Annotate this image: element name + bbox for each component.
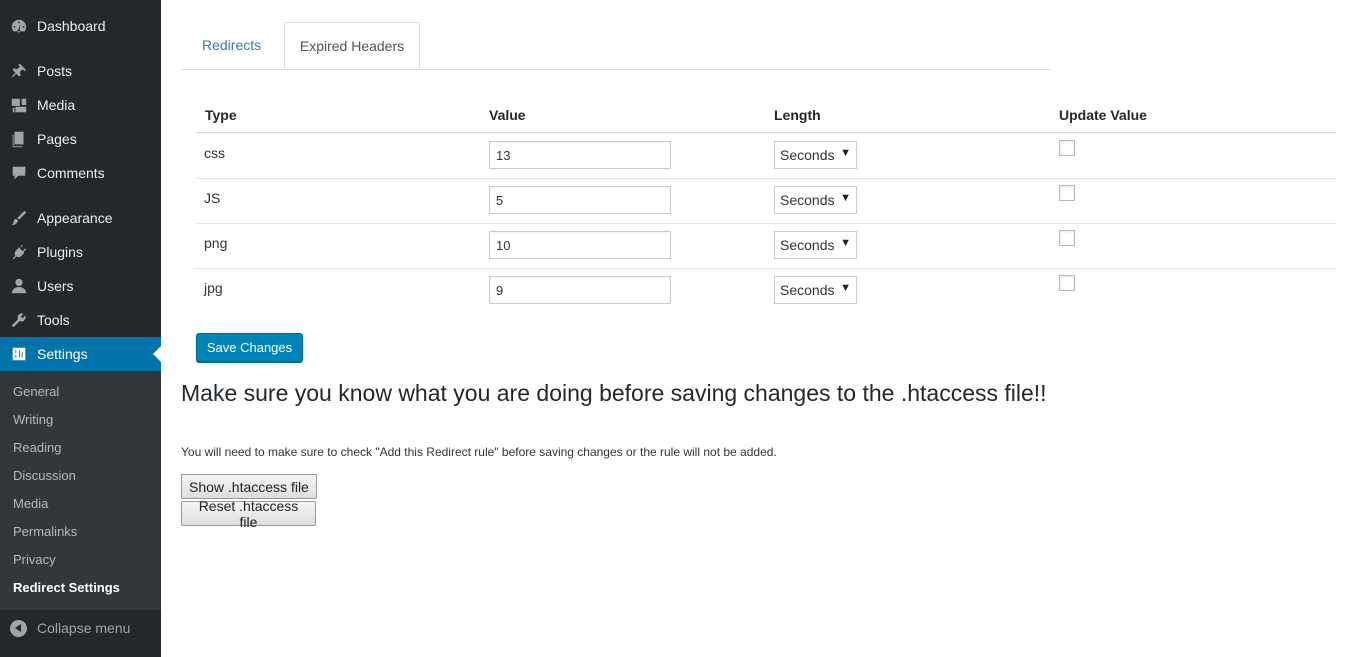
sidebar-item-media[interactable]: Media (0, 88, 161, 122)
dropdown-arrow-icon: ▼ (840, 282, 851, 294)
type-cell: jpg (204, 280, 223, 296)
update-value-checkbox[interactable] (1059, 275, 1075, 291)
length-select[interactable]: Seconds ▼ (774, 186, 857, 214)
column-header-length: Length (774, 107, 821, 123)
length-select-value: Seconds (780, 147, 835, 163)
pages-icon (9, 129, 29, 149)
submenu-item-writing[interactable]: Writing (13, 412, 53, 427)
submenu-item-redirect-settings[interactable]: Redirect Settings (13, 580, 120, 595)
update-value-checkbox[interactable] (1059, 230, 1075, 246)
sidebar-item-label: Dashboard (37, 18, 106, 34)
sidebar-item-label: Posts (37, 63, 73, 79)
dropdown-arrow-icon: ▼ (840, 192, 851, 204)
table-row: JS Seconds ▼ (196, 178, 1336, 224)
comment-icon (9, 163, 29, 183)
value-input[interactable] (489, 141, 671, 169)
length-select-value: Seconds (780, 192, 835, 208)
collapse-menu-button[interactable]: Collapse menu (0, 612, 161, 644)
update-value-checkbox[interactable] (1059, 185, 1075, 201)
tab-expired-headers[interactable]: Expired Headers (284, 22, 420, 69)
sidebar-item-label: Appearance (37, 210, 113, 226)
save-changes-button[interactable]: Save Changes (196, 333, 303, 362)
user-icon (9, 276, 29, 296)
column-header-update-value: Update Value (1059, 107, 1147, 123)
sidebar-item-tools[interactable]: Tools (0, 303, 161, 337)
reset-htaccess-button[interactable]: Reset .htaccess file (181, 498, 316, 530)
htaccess-warning-heading: Make sure you know what you are doing be… (181, 380, 1047, 406)
submenu-item-permalinks[interactable]: Permalinks (13, 524, 77, 539)
column-header-type: Type (205, 107, 237, 123)
dropdown-arrow-icon: ▼ (840, 237, 851, 249)
sidebar-item-settings[interactable]: Settings (0, 337, 161, 371)
type-cell: css (204, 145, 225, 161)
sidebar-item-label: Users (37, 278, 74, 294)
collapse-arrow-icon (10, 619, 27, 637)
sidebar-item-posts[interactable]: Posts (0, 54, 161, 88)
settings-submenu: General Writing Reading Discussion Media… (0, 371, 161, 610)
sidebar-item-label: Settings (37, 346, 88, 362)
redirect-rule-note: You will need to make sure to check "Add… (181, 445, 777, 459)
sidebar-item-plugins[interactable]: Plugins (0, 235, 161, 269)
type-cell: JS (204, 190, 221, 206)
tab-redirects[interactable]: Redirects (202, 22, 261, 68)
value-input[interactable] (489, 231, 671, 259)
sidebar-item-label: Media (37, 97, 76, 113)
table-row: png Seconds ▼ (196, 223, 1336, 269)
sidebar-item-users[interactable]: Users (0, 269, 161, 303)
sidebar-item-label: Pages (37, 131, 77, 147)
admin-sidebar: Dashboard Posts Media Pages Comments App… (0, 0, 161, 657)
value-input[interactable] (489, 186, 671, 214)
sidebar-item-pages[interactable]: Pages (0, 122, 161, 156)
submenu-item-discussion[interactable]: Discussion (13, 468, 76, 483)
column-header-value: Value (489, 107, 526, 123)
submenu-item-general[interactable]: General (13, 384, 59, 399)
length-select-value: Seconds (780, 237, 835, 253)
submenu-item-media[interactable]: Media (13, 496, 48, 511)
sidebar-item-appearance[interactable]: Appearance (0, 201, 161, 235)
table-row: jpg Seconds ▼ (196, 268, 1336, 313)
length-select-value: Seconds (780, 282, 835, 298)
length-select[interactable]: Seconds ▼ (774, 276, 857, 304)
dropdown-arrow-icon: ▼ (840, 147, 851, 159)
length-select[interactable]: Seconds ▼ (774, 231, 857, 259)
wrench-icon (9, 310, 29, 330)
submenu-item-reading[interactable]: Reading (13, 440, 61, 455)
value-input[interactable] (489, 276, 671, 304)
pin-icon (9, 61, 29, 81)
sidebar-item-label: Comments (37, 165, 105, 181)
length-select[interactable]: Seconds ▼ (774, 141, 857, 169)
media-icon (9, 95, 29, 115)
collapse-label: Collapse menu (37, 620, 131, 636)
update-value-checkbox[interactable] (1059, 140, 1075, 156)
show-htaccess-button[interactable]: Show .htaccess file (181, 474, 317, 499)
brush-icon (9, 208, 29, 228)
settings-icon (9, 344, 29, 364)
plugin-icon (9, 242, 29, 262)
tab-bar: Redirects Expired Headers (181, 22, 1051, 70)
submenu-item-privacy[interactable]: Privacy (13, 552, 56, 567)
dashboard-icon (9, 16, 29, 36)
type-cell: png (204, 235, 228, 251)
sidebar-item-dashboard[interactable]: Dashboard (0, 9, 161, 43)
sidebar-item-comments[interactable]: Comments (0, 156, 161, 190)
sidebar-item-label: Plugins (37, 244, 83, 260)
table-row: css Seconds ▼ (196, 133, 1336, 179)
sidebar-item-label: Tools (37, 312, 70, 328)
